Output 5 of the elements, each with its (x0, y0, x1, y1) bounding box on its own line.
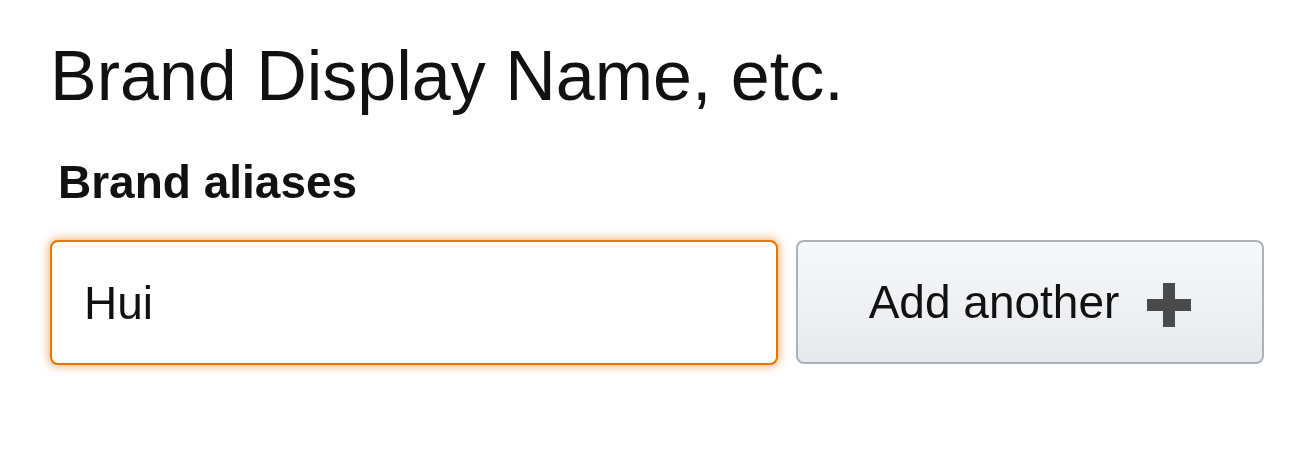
plus-icon (1147, 283, 1192, 327)
add-another-button[interactable]: Add another (796, 240, 1264, 364)
section-heading: Brand Display Name, etc. (50, 36, 845, 116)
alias-input-field[interactable]: Hui (50, 240, 778, 365)
field-label: Brand aliases (58, 155, 358, 210)
